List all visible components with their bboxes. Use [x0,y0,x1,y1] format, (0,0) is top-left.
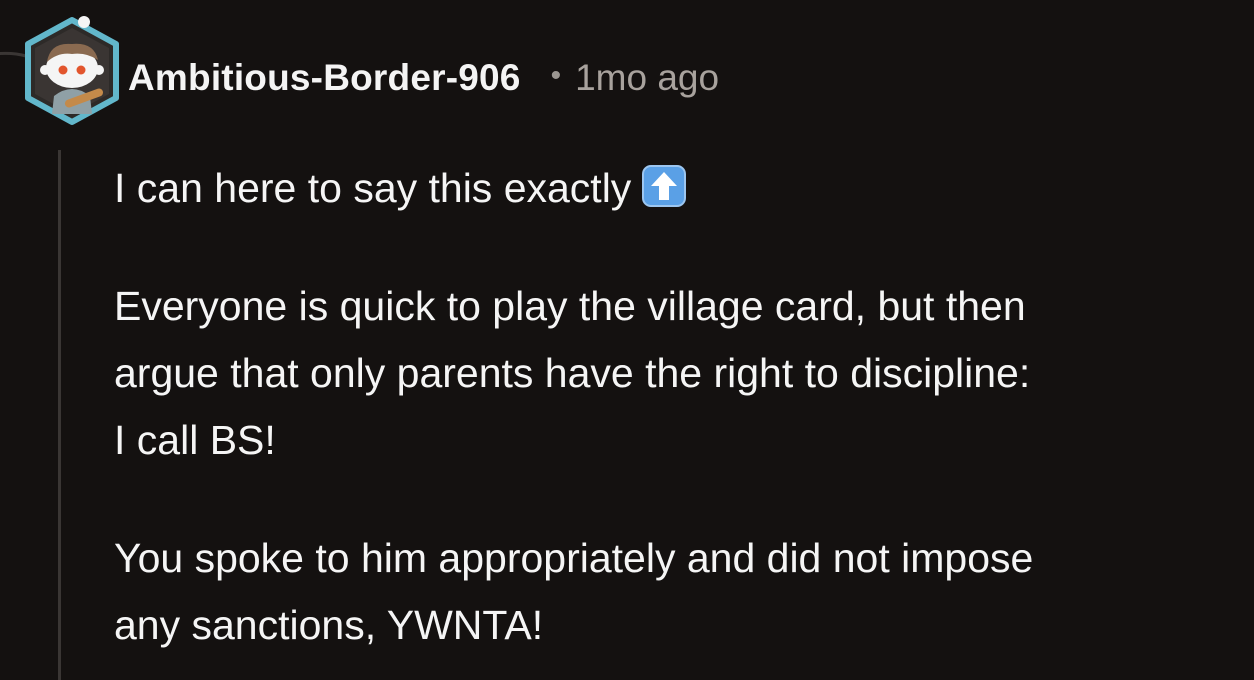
paragraph-3: You spoke to him appropriately and did n… [114,525,1234,659]
comment-timestamp[interactable]: 1mo ago [575,57,719,99]
comment: Ambitious-Border-906 • 1mo ago I can her… [0,0,1254,680]
paragraph-line: any sanctions, YWNTA! [114,602,544,648]
paragraph-2: Everyone is quick to play the village ca… [114,273,1234,474]
thread-line[interactable] [58,150,61,680]
separator-dot: • [550,59,562,92]
comment-body: I can here to say this exactly Everyone … [114,155,1234,680]
paragraph-text: I can here to say this exactly [114,165,632,211]
comment-header: Ambitious-Border-906 • 1mo ago [128,54,719,102]
author-username[interactable]: Ambitious-Border-906 [128,57,521,99]
paragraph-1: I can here to say this exactly [114,155,1234,222]
up-arrow-emoji-icon [642,165,687,207]
paragraph-line: Everyone is quick to play the village ca… [114,283,1026,329]
snoo-avatar-icon[interactable] [20,12,124,130]
paragraph-line: I call BS! [114,417,276,463]
paragraph-line: argue that only parents have the right t… [114,350,1031,396]
paragraph-line: You spoke to him appropriately and did n… [114,535,1034,581]
